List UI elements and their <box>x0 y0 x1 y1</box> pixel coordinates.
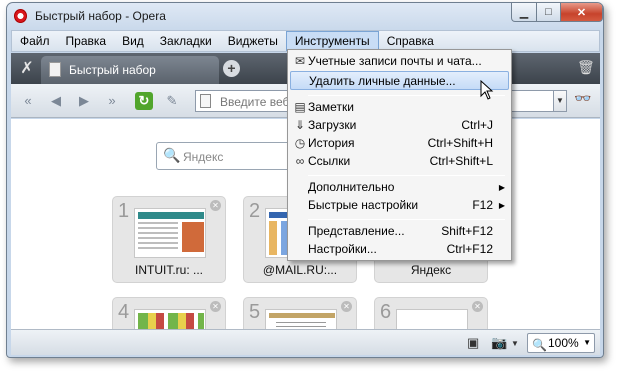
close-icon[interactable]: ✕ <box>210 200 221 211</box>
menu-item-shortcut: Ctrl+F12 <box>446 242 493 256</box>
speed-dial-5[interactable]: 5 ✕ <box>243 297 357 329</box>
menu-item-label: Заметки <box>308 100 354 114</box>
search-placeholder: Яндекс <box>183 150 224 164</box>
menu-separator <box>308 95 505 96</box>
menu-item-history[interactable]: ◷ История Ctrl+Shift+H <box>290 134 509 153</box>
menu-bookmarks[interactable]: Закладки <box>152 31 220 51</box>
menu-view[interactable]: Вид <box>114 31 152 51</box>
menu-widgets[interactable]: Виджеты <box>220 31 286 51</box>
close-button[interactable]: ✕ <box>560 3 603 22</box>
tab-label: Быстрый набор <box>69 63 156 77</box>
menu-item-shortcut: Ctrl+Shift+L <box>429 154 493 168</box>
opera-logo-icon[interactable] <box>14 9 27 23</box>
menu-item-shortcut: Ctrl+Shift+H <box>427 136 493 150</box>
menu-item-label: Удалить личные данные... <box>309 74 456 88</box>
title-bar: Быстрый набор - Opera ▁ □ ✕ <box>7 3 603 29</box>
menu-item-notes[interactable]: ▤ Заметки <box>290 98 509 117</box>
wand-icon[interactable]: ✎ <box>163 92 181 110</box>
window-title: Быстрый набор - Opera <box>35 9 166 23</box>
menu-item-appearance[interactable]: Представление... Shift+F12 <box>290 222 509 241</box>
tab-speed-dial[interactable]: Быстрый набор <box>41 56 219 84</box>
close-icon[interactable]: ✕ <box>341 301 352 312</box>
menu-item-downloads[interactable]: ⇓ Загрузки Ctrl+J <box>290 116 509 135</box>
menu-item-label: Дополнительно <box>308 180 395 194</box>
menu-item-links[interactable]: ∞ Ссылки Ctrl+Shift+L <box>290 152 509 171</box>
back-icon[interactable]: ◀ <box>47 92 65 110</box>
turbo-icon[interactable]: ▣ <box>467 335 479 351</box>
zoom-value: 100% <box>548 336 579 350</box>
menu-separator <box>308 219 505 220</box>
speed-dial-6[interactable]: 6 ✕ <box>374 297 488 329</box>
menu-item-label: Ссылки <box>308 154 351 168</box>
status-bar: ▣ 📷 ▼ 🔍 100% ▼ <box>11 329 600 355</box>
menu-item-label: Представление... <box>308 224 405 238</box>
downloads-icon: ⇓ <box>294 118 306 132</box>
thumbnail <box>134 309 206 329</box>
menu-item-preferences[interactable]: Настройки... Ctrl+F12 <box>290 240 509 259</box>
fast-forward-icon[interactable]: » <box>103 92 121 110</box>
menu-separator <box>308 175 505 176</box>
links-icon: ∞ <box>295 154 305 168</box>
thumbnail <box>265 309 337 329</box>
menu-help[interactable]: Справка <box>379 31 442 51</box>
speed-dial-number: 6 <box>380 301 392 323</box>
zoom-control[interactable]: 🔍 100% ▼ <box>527 333 595 353</box>
rewind-icon[interactable]: « <box>19 92 37 110</box>
menu-item-label: Загрузки <box>308 118 357 132</box>
close-icon[interactable]: ✕ <box>210 301 221 312</box>
tools-panel-icon[interactable]: ✗ <box>17 59 37 79</box>
mail-icon: ✉ <box>294 54 306 68</box>
menu-item-shortcut: Shift+F12 <box>441 224 493 238</box>
submenu-arrow-icon: ▶ <box>498 201 505 210</box>
menu-file[interactable]: Файл <box>12 31 58 51</box>
menu-item-label: История <box>308 136 355 150</box>
speed-dial-4[interactable]: 4 ✕ <box>112 297 226 329</box>
speed-dial-number: 5 <box>249 301 261 323</box>
tools-menu: ✉ Учетные записи почты и чата... Удалить… <box>287 49 512 261</box>
maximize-button[interactable]: □ <box>536 3 561 22</box>
search-icon: 🔍 <box>163 147 181 163</box>
menu-item-mail-accounts[interactable]: ✉ Учетные записи почты и чата... <box>290 52 509 71</box>
menu-item-label: Быстрые настройки <box>308 198 419 212</box>
menu-item-label: Учетные записи почты и чата... <box>308 54 482 68</box>
page-icon <box>200 94 211 108</box>
chevron-down-icon: ▼ <box>583 338 591 347</box>
magnifier-icon: 🔍 <box>532 338 547 352</box>
close-icon[interactable]: ✕ <box>472 301 483 312</box>
notes-icon: ▤ <box>294 100 306 114</box>
speed-dial-title: INTUIT.ru: ... <box>134 263 203 277</box>
menu-edit[interactable]: Правка <box>58 31 115 51</box>
new-tab-button[interactable]: + <box>223 60 240 77</box>
menu-item-shortcut: Ctrl+J <box>461 118 493 132</box>
speed-dial-number: 4 <box>118 301 130 323</box>
chevron-down-icon[interactable]: ▼ <box>511 339 519 348</box>
thumbnail <box>134 208 206 258</box>
submenu-arrow-icon: ▶ <box>498 183 505 192</box>
speed-dial-title: @MAIL.RU:... <box>262 263 338 277</box>
forward-icon[interactable]: ▶ <box>75 92 93 110</box>
reload-icon[interactable]: ↻ <box>135 92 153 110</box>
camera-icon[interactable]: 📷 <box>491 335 507 351</box>
page-icon <box>49 62 61 77</box>
menu-item-shortcut: F12 <box>472 198 493 212</box>
speed-dial-number: 2 <box>249 200 261 222</box>
trash-icon[interactable]: 🗑 <box>577 59 595 77</box>
menu-item-quick-preferences[interactable]: Быстрые настройки F12 ▶ <box>290 196 509 215</box>
menu-tools[interactable]: Инструменты <box>285 31 379 51</box>
speed-dial-number: 1 <box>118 200 130 222</box>
search-input[interactable]: 🔍 Яндекс <box>156 142 304 170</box>
minimize-button[interactable]: ▁ <box>511 3 537 22</box>
speed-dial-title: Яндекс <box>410 263 452 277</box>
menu-item-advanced[interactable]: Дополнительно ▶ <box>290 178 509 197</box>
menu-item-label: Настройки... <box>308 242 377 256</box>
menu-item-delete-private-data[interactable]: Удалить личные данные... <box>290 71 509 90</box>
speed-dial-1[interactable]: 1 ✕ INTUIT.ru: ... <box>112 196 226 283</box>
thumbnail <box>396 309 468 329</box>
history-icon: ◷ <box>294 136 306 150</box>
address-dropdown-button[interactable]: ▼ <box>553 90 567 112</box>
glasses-icon[interactable]: 👓 <box>574 90 591 107</box>
